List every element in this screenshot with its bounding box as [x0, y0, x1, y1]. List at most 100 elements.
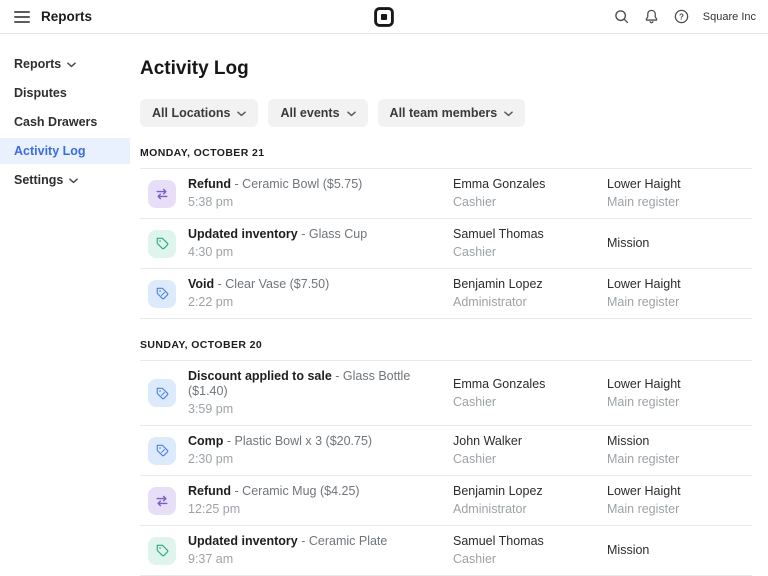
team-member-role: Administrator — [453, 295, 607, 310]
filter-label: All events — [280, 106, 339, 120]
activity-row: Refund - Ceramic Mug ($4.25) 12:25 pm Be… — [140, 475, 752, 525]
page-title: Activity Log — [140, 58, 752, 80]
team-member-role: Cashier — [453, 552, 607, 567]
event-type: Updated inventory — [188, 227, 298, 241]
square-dashboard: Reports ? — [0, 0, 768, 576]
page-context-title: Reports — [41, 9, 92, 24]
sidebar-item-cash-drawers[interactable]: Cash Drawers — [0, 109, 130, 135]
location-name: Lower Haight — [607, 177, 752, 192]
location-name: Lower Haight — [607, 377, 752, 392]
team-member-name: Samuel Thomas — [453, 227, 607, 242]
filter-all-events[interactable]: All events — [268, 99, 367, 127]
team-member-name: Emma Gonzales — [453, 177, 607, 192]
sidebar-item-label: Reports — [14, 56, 61, 72]
register-name: Main register — [607, 195, 752, 210]
svg-text:?: ? — [679, 12, 684, 21]
team-member-name: John Walker — [453, 434, 607, 449]
team-member-role: Cashier — [453, 395, 607, 410]
help-icon[interactable]: ? — [673, 8, 690, 25]
event-type: Comp — [188, 434, 223, 448]
sidebar-item-label: Activity Log — [14, 143, 86, 159]
sidebar-item-reports[interactable]: Reports — [0, 51, 130, 77]
activity-row: Comp - Plastic Bowl x 3 ($20.75) 2:30 pm… — [140, 425, 752, 475]
hamburger-menu-icon[interactable] — [14, 9, 30, 25]
sidebar-item-settings[interactable]: Settings — [0, 167, 130, 193]
filter-label: All team members — [390, 106, 498, 120]
activity-row: Updated inventory - Glass Cup 4:30 pm Sa… — [140, 218, 752, 268]
register-name: Main register — [607, 502, 752, 517]
inventory-tag-icon — [148, 537, 176, 565]
event-type: Refund — [188, 177, 231, 191]
team-member-role: Administrator — [453, 502, 607, 517]
main-content: Activity Log All LocationsAll eventsAll … — [130, 34, 768, 576]
event-time: 3:59 pm — [188, 402, 453, 417]
activity-row: Void - Clear Vase ($7.50) 2:22 pm Benjam… — [140, 268, 752, 318]
event-time: 2:22 pm — [188, 295, 453, 310]
filter-all-team-members[interactable]: All team members — [378, 99, 526, 127]
event-type: Void — [188, 277, 214, 291]
location-name: Lower Haight — [607, 484, 752, 499]
activity-row: Refund - Ceramic Bowl ($5.75) 5:38 pm Em… — [140, 168, 752, 218]
location-name: Mission — [607, 236, 752, 251]
discount-tag-icon — [148, 280, 176, 308]
event-detail: - Ceramic Bowl ($5.75) — [231, 177, 362, 191]
team-member-name: Samuel Thomas — [453, 534, 607, 549]
register-name: Main register — [607, 395, 752, 410]
sidebar-item-disputes[interactable]: Disputes — [0, 80, 130, 106]
location-name: Lower Haight — [607, 277, 752, 292]
register-name: Main register — [607, 295, 752, 310]
section-date-header: MONDAY, OCTOBER 21 — [140, 147, 752, 159]
refund-arrows-icon — [148, 180, 176, 208]
event-detail: - Clear Vase ($7.50) — [214, 277, 329, 291]
event-type: Updated inventory — [188, 534, 298, 548]
event-time: 2:30 pm — [188, 452, 453, 467]
sidebar-item-activity-log[interactable]: Activity Log — [0, 138, 130, 164]
discount-tag-icon — [148, 437, 176, 465]
section-date-header: SUNDAY, OCTOBER 20 — [140, 339, 752, 351]
team-member-name: Emma Gonzales — [453, 377, 607, 392]
event-time: 12:25 pm — [188, 502, 453, 517]
refund-arrows-icon — [148, 487, 176, 515]
event-time: 9:37 am — [188, 552, 453, 567]
location-name: Mission — [607, 434, 752, 449]
team-member-name: Benjamin Lopez — [453, 277, 607, 292]
team-member-role: Cashier — [453, 452, 607, 467]
location-name: Mission — [607, 543, 752, 558]
sidebar-nav: Reports Disputes Cash Drawers Activity Log S… — [0, 34, 130, 576]
topbar: Reports ? — [0, 0, 768, 34]
event-detail: - Ceramic Plate — [298, 534, 388, 548]
chevron-down-icon — [67, 62, 76, 68]
activity-row: Discount applied to sale - Glass Bottle … — [140, 360, 752, 425]
team-member-role: Cashier — [453, 245, 607, 260]
notifications-bell-icon[interactable] — [643, 8, 660, 25]
activity-row: Updated inventory - Ceramic Plate 9:37 a… — [140, 525, 752, 575]
team-member-name: Benjamin Lopez — [453, 484, 607, 499]
filter-all-locations[interactable]: All Locations — [140, 99, 258, 127]
sidebar-item-label: Cash Drawers — [14, 114, 97, 130]
register-name: Main register — [607, 452, 752, 467]
square-logo[interactable] — [374, 6, 395, 27]
chevron-down-icon — [504, 106, 513, 120]
event-detail: - Glass Cup — [298, 227, 367, 241]
filter-label: All Locations — [152, 106, 230, 120]
chevron-down-icon — [237, 106, 246, 120]
activity-day-section: MONDAY, OCTOBER 21 Refund - Ceramic Bowl… — [140, 147, 752, 319]
event-type: Refund — [188, 484, 231, 498]
event-detail: - Ceramic Mug ($4.25) — [231, 484, 360, 498]
event-type: Discount applied to sale — [188, 369, 332, 383]
event-time: 5:38 pm — [188, 195, 453, 210]
activity-day-section: SUNDAY, OCTOBER 20 Discount applied to s… — [140, 339, 752, 576]
merchant-account-name[interactable]: Square Inc — [703, 11, 756, 23]
activity-sections: MONDAY, OCTOBER 21 Refund - Ceramic Bowl… — [140, 147, 752, 576]
filter-bar: All Locations All events All team members — [140, 99, 752, 127]
event-detail: - Plastic Bowl x 3 ($20.75) — [223, 434, 372, 448]
search-icon[interactable] — [613, 8, 630, 25]
team-member-role: Cashier — [453, 195, 607, 210]
discount-tag-icon — [148, 379, 176, 407]
sidebar-item-label: Disputes — [14, 85, 67, 101]
event-time: 4:30 pm — [188, 245, 453, 260]
chevron-down-icon — [347, 106, 356, 120]
sidebar-item-label: Settings — [14, 172, 63, 188]
chevron-down-icon — [69, 178, 78, 184]
inventory-tag-icon — [148, 230, 176, 258]
